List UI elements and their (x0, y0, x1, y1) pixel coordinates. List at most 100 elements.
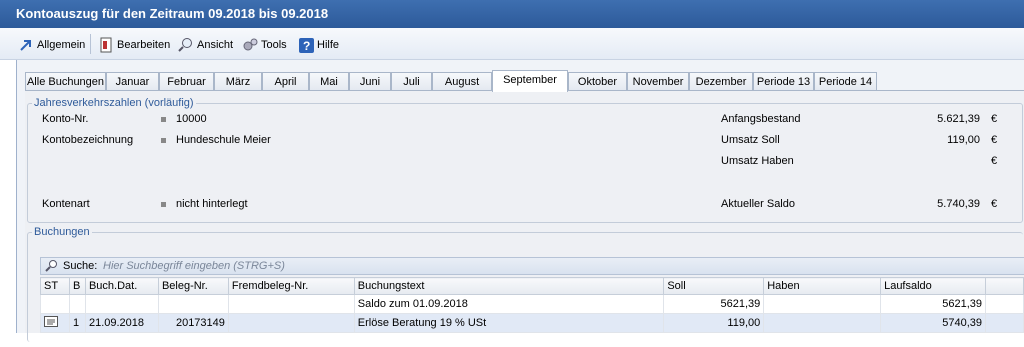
konto-label: Konto-Nr. (42, 113, 89, 125)
table-row[interactable]: 1 21.09.2018 20173149 Erlöse Beratung 19… (40, 313, 1024, 333)
cell-soll: 5621,39 (663, 294, 765, 314)
cell-laufsaldo: 5621,39 (880, 294, 986, 314)
tab-panel: Jahresverkehrszahlen (vorläufig) Konto-N… (25, 90, 1024, 342)
bullet-icon (161, 117, 166, 122)
col-laufsaldo[interactable]: Laufsaldo (880, 277, 986, 295)
tab-august[interactable]: August (432, 72, 492, 91)
tab-dezember[interactable]: Dezember (689, 72, 753, 91)
menu-allgemein[interactable]: Allgemein (18, 36, 85, 54)
cell-st (40, 294, 70, 314)
cell-b: 1 (68, 313, 86, 333)
bookings-group: Buchungen Suche: Hier Suchbegriff eingeb… (27, 226, 1024, 342)
tab-alle-buchungen[interactable]: Alle Buchungen (25, 72, 106, 91)
menu-allgemein-label: Allgemein (37, 39, 86, 51)
bookings-table: ST B Buch.Dat. Beleg-Nr. Fremdbeleg-Nr. … (40, 277, 1024, 333)
col-buchungstext[interactable]: Buchungstext (353, 277, 665, 295)
tab-januar[interactable]: Januar (106, 72, 159, 91)
table-row[interactable]: Saldo zum 01.09.2018 5621,39 5621,39 (40, 294, 1024, 314)
edit-icon (98, 37, 114, 53)
currency-symbol: € (991, 113, 998, 125)
umsatz-soll-value: 119,00 (947, 134, 980, 146)
arrow-icon (18, 37, 34, 53)
cell-date: 21.09.2018 (84, 313, 159, 333)
cell-haben (763, 313, 882, 333)
document-icon[interactable] (44, 316, 58, 330)
cell-spacer (984, 313, 1024, 333)
search-bar[interactable]: Suche: Hier Suchbegriff eingeben (STRG+S… (40, 257, 1024, 275)
bookings-area: Suche: Hier Suchbegriff eingeben (STRG+S… (40, 257, 1024, 347)
menu-bar: Allgemein Bearbeiten Ansicht Tools ? Hil… (0, 28, 1024, 60)
window-title: Kontoauszug für den Zeitraum 09.2018 bis… (0, 0, 1024, 28)
aktueller-saldo-label: Aktueller Saldo (721, 198, 795, 210)
col-buchdat[interactable]: Buch.Dat. (84, 277, 159, 295)
cell-haben (763, 294, 882, 314)
help-icon: ? (298, 37, 314, 53)
tab-september[interactable]: September (492, 70, 568, 92)
anfangsbestand-value: 5.621,39 (937, 113, 980, 125)
table-header: ST B Buch.Dat. Beleg-Nr. Fremdbeleg-Nr. … (40, 277, 1024, 295)
cell-text: Erlöse Beratung 19 % USt (353, 313, 665, 333)
menu-bearbeiten-label: Bearbeiten (117, 39, 171, 51)
menu-ansicht[interactable]: Ansicht (178, 36, 233, 54)
content-area: Alle Buchungen Januar Februar März April… (16, 60, 1024, 342)
umsatz-haben-label: Umsatz Haben (721, 155, 794, 167)
cell-beleg (157, 294, 229, 314)
tab-april[interactable]: April (262, 72, 309, 91)
kontenart-label: Kontenart (42, 198, 90, 210)
col-soll[interactable]: Soll (663, 277, 765, 295)
search-icon (45, 259, 59, 276)
cell-beleg: 20173149 (157, 313, 229, 333)
menu-hilfe[interactable]: ? Hilfe (298, 36, 339, 54)
tab-oktober[interactable]: Oktober (568, 72, 627, 91)
col-b[interactable]: B (68, 277, 86, 295)
search-label: Suche: (63, 260, 98, 272)
magnifier-icon (178, 37, 194, 53)
gears-icon (242, 37, 258, 53)
tab-periode-13[interactable]: Periode 13 (753, 72, 814, 91)
menu-tools[interactable]: Tools (242, 36, 287, 54)
search-input[interactable]: Hier Suchbegriff eingeben (STRG+S) (103, 260, 285, 272)
svg-text:?: ? (303, 39, 310, 53)
aktueller-saldo-value: 5.740,39 (937, 198, 980, 210)
col-haben[interactable]: Haben (763, 277, 882, 295)
tab-februar[interactable]: Februar (159, 72, 214, 91)
cell-st (40, 313, 70, 333)
tab-juni[interactable]: Juni (349, 72, 391, 91)
menu-hilfe-label: Hilfe (317, 39, 340, 51)
currency-symbol: € (991, 198, 998, 210)
kontobezeichnung-label: Kontobezeichnung (42, 134, 134, 146)
cell-soll: 119,00 (663, 313, 765, 333)
umsatz-soll-label: Umsatz Soll (721, 134, 780, 146)
kontenart-value: nicht hinterlegt (176, 198, 248, 210)
tab-mai[interactable]: Mai (309, 72, 349, 91)
menu-ansicht-label: Ansicht (197, 39, 234, 51)
bookings-group-title: Buchungen (32, 226, 92, 238)
bullet-icon (161, 138, 166, 143)
col-st[interactable]: ST (40, 277, 70, 295)
cell-fremd (227, 313, 355, 333)
cell-spacer (984, 294, 1024, 314)
col-spacer (984, 277, 1024, 295)
col-belegnr[interactable]: Beleg-Nr. (157, 277, 229, 295)
cell-date (84, 294, 159, 314)
cell-fremd (227, 294, 355, 314)
currency-symbol: € (991, 155, 998, 167)
bullet-icon (161, 202, 166, 207)
summary-group: Jahresverkehrszahlen (vorläufig) Konto-N… (27, 97, 1023, 223)
summary-group-title: Jahresverkehrszahlen (vorläufig) (32, 97, 196, 109)
col-fremdbelegnr[interactable]: Fremdbeleg-Nr. (227, 277, 355, 295)
tab-november[interactable]: November (627, 72, 689, 91)
kontobezeichnung-value: Hundeschule Meier (176, 134, 271, 146)
konto-value: 10000 (176, 113, 207, 125)
cell-text: Saldo zum 01.09.2018 (353, 294, 665, 314)
tab-maerz[interactable]: März (214, 72, 262, 91)
menu-bearbeiten[interactable]: Bearbeiten (98, 36, 170, 54)
currency-symbol: € (991, 134, 998, 146)
menu-tools-label: Tools (261, 39, 287, 51)
cell-laufsaldo: 5740,39 (880, 313, 986, 333)
tab-juli[interactable]: Juli (391, 72, 432, 91)
cell-b (68, 294, 86, 314)
tab-periode-14[interactable]: Periode 14 (814, 72, 877, 91)
anfangsbestand-label: Anfangsbestand (721, 113, 801, 125)
menu-separator (90, 34, 91, 54)
